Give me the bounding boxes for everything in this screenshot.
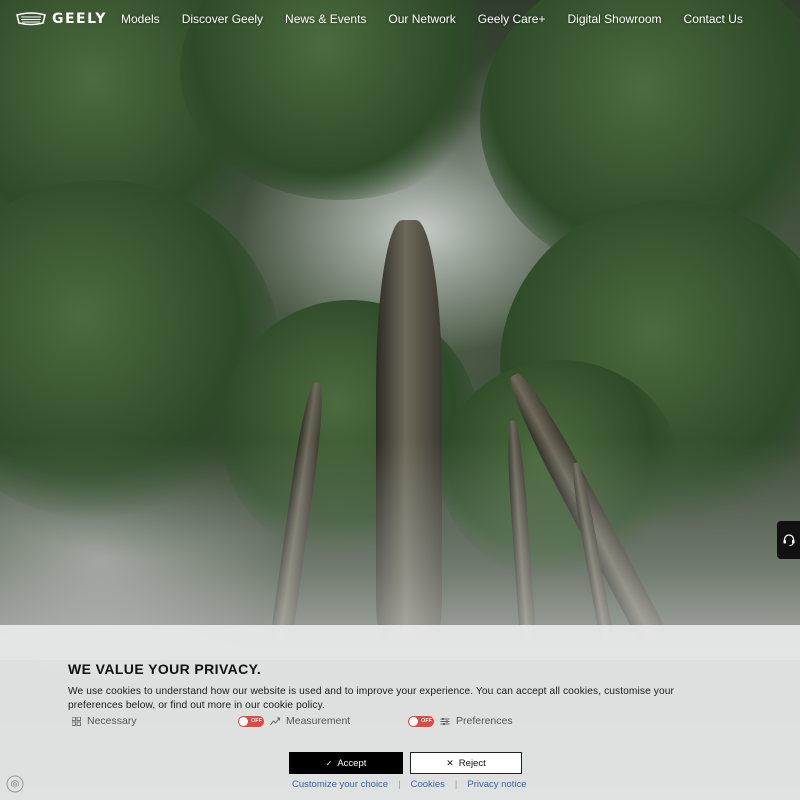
pref-necessary: Necessary (72, 715, 137, 727)
reject-label: Reject (458, 757, 486, 769)
pref-measurement: OFF Measurement (238, 715, 350, 727)
nav-item-digital-showroom[interactable]: Digital Showroom (567, 12, 661, 26)
reject-cookies-button[interactable]: ✕ Reject (410, 752, 522, 774)
fingerprint-icon[interactable] (6, 775, 24, 793)
link-separator: | (398, 779, 401, 790)
nav-item-our-network[interactable]: Our Network (388, 12, 455, 26)
check-icon: ✓ (325, 758, 333, 768)
chart-line-icon (270, 717, 280, 725)
logo-wordmark: GEELY (52, 11, 107, 27)
grid-icon (72, 716, 81, 726)
cookies-link[interactable]: Cookies (411, 779, 445, 790)
toggle-state-label: OFF (421, 718, 432, 724)
nav-item-models[interactable]: Models (121, 12, 160, 26)
cookie-description: We use cookies to understand how our web… (68, 686, 674, 711)
geely-logo[interactable]: GEELY (15, 11, 107, 27)
sliders-icon (440, 717, 450, 725)
accept-cookies-button[interactable]: ✓ Accept (289, 752, 403, 774)
customize-choice-link[interactable]: Customize your choice (292, 779, 388, 790)
nav-item-geely-care[interactable]: Geely Care+ (478, 12, 546, 26)
close-icon: ✕ (446, 757, 454, 768)
accept-label: Accept (337, 757, 367, 769)
cookie-consent-banner: WE VALUE YOUR PRIVACY. We use cookies to… (0, 625, 800, 800)
measurement-toggle[interactable]: OFF (238, 715, 264, 727)
toggle-state-label: OFF (251, 718, 262, 724)
pref-label-necessary: Necessary (87, 715, 137, 727)
nav-item-contact-us[interactable]: Contact Us (684, 12, 743, 26)
toggle-knob (409, 716, 418, 726)
customer-support-button[interactable] (777, 521, 800, 559)
toggle-knob (239, 716, 248, 726)
preferences-toggle[interactable]: OFF (408, 715, 434, 727)
nav-item-news-events[interactable]: News & Events (285, 12, 366, 26)
headset-icon (783, 534, 794, 546)
top-navigation: GEELY Models Discover Geely News & Event… (0, 0, 800, 38)
cookie-links: Customize your choice | Cookies | Privac… (292, 779, 527, 790)
link-separator: | (454, 779, 458, 790)
pref-label-preferences: Preferences (456, 715, 513, 727)
nav-item-discover-geely[interactable]: Discover Geely (182, 12, 263, 26)
pref-preferences: OFF Preferences (408, 715, 513, 727)
pref-label-measurement: Measurement (286, 715, 351, 727)
privacy-notice-link[interactable]: Privacy notice (467, 779, 526, 790)
cookie-title: WE VALUE YOUR PRIVACY. (68, 661, 262, 677)
geely-emblem-icon (16, 12, 46, 26)
nav-menu: Models Discover Geely News & Events Our … (121, 12, 743, 26)
